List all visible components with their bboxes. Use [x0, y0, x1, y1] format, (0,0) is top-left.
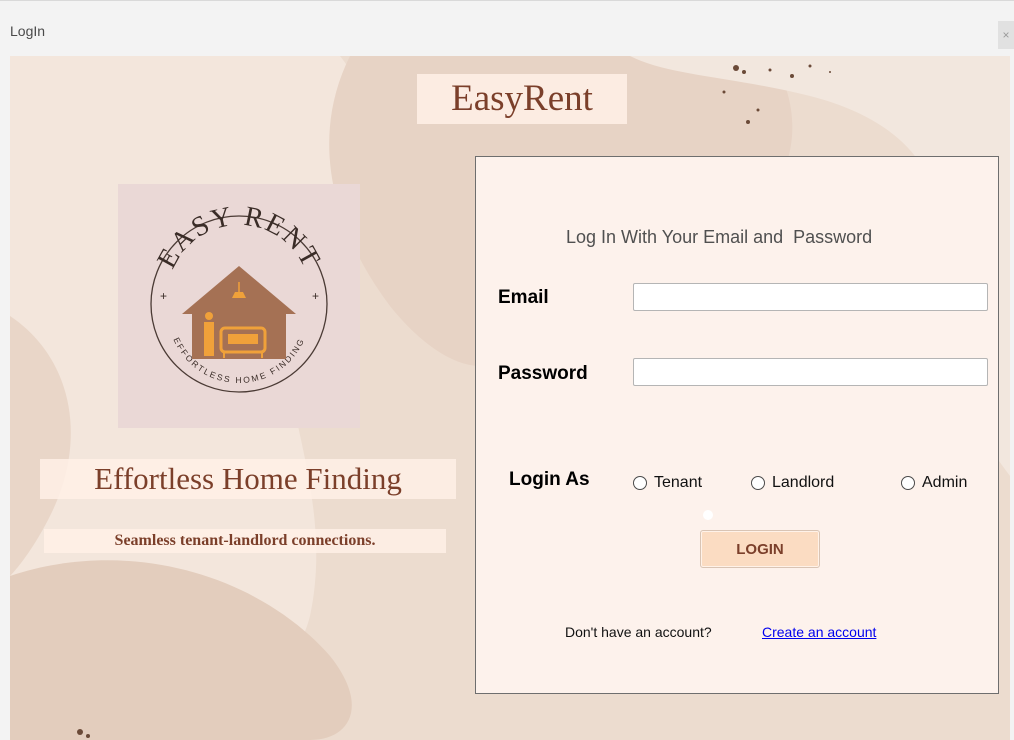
radio-admin[interactable]: Admin — [901, 474, 967, 492]
radio-admin-circle[interactable] — [901, 476, 915, 490]
login-heading: Log In With Your Email and Password — [566, 227, 873, 247]
brand-title: EasyRent — [417, 74, 627, 124]
radio-tenant-circle[interactable] — [633, 476, 647, 490]
decorative-dot — [703, 510, 713, 520]
radio-landlord[interactable]: Landlord — [751, 474, 834, 492]
radio-tenant-label: Tenant — [654, 474, 703, 491]
radio-landlord-label: Landlord — [772, 474, 835, 491]
radio-tenant[interactable]: Tenant — [633, 474, 702, 492]
brand-subtagline: Seamless tenant-landlord connections. — [44, 529, 446, 553]
radio-admin-label: Admin — [922, 474, 968, 491]
login-window: LogIn × EasyRent EASY RENT EFFORTLESS HO… — [0, 0, 1014, 740]
client-area: EasyRent EASY RENT EFFORTLESS HOME FINDI… — [10, 56, 1010, 740]
svg-text:+: + — [312, 289, 319, 303]
svg-text:+: + — [160, 289, 167, 303]
window-title: LogIn — [10, 23, 46, 39]
email-field[interactable] — [633, 283, 988, 311]
login-as-label: Login As — [509, 469, 590, 490]
close-button[interactable]: × — [998, 21, 1014, 49]
brand-logo: EASY RENT EFFORTLESS HOME FINDING + + — [118, 184, 360, 428]
login-panel: Log In With Your Email and Password Emai… — [475, 156, 999, 694]
password-label: Password — [498, 363, 588, 384]
no-account-text: Don't have an account? — [565, 624, 712, 640]
title-bar: LogIn × — [0, 0, 1014, 56]
radio-landlord-circle[interactable] — [751, 476, 765, 490]
role-radio-group: Tenant Landlord Admin — [633, 474, 993, 498]
brand-tagline: Effortless Home Finding — [40, 459, 456, 499]
create-account-link[interactable]: Create an account — [762, 624, 876, 640]
email-label: Email — [498, 287, 549, 308]
login-button[interactable]: LOGIN — [700, 530, 820, 568]
password-field[interactable] — [633, 358, 988, 386]
svg-text:EASY RENT: EASY RENT — [151, 201, 327, 274]
house-icon — [182, 266, 296, 359]
